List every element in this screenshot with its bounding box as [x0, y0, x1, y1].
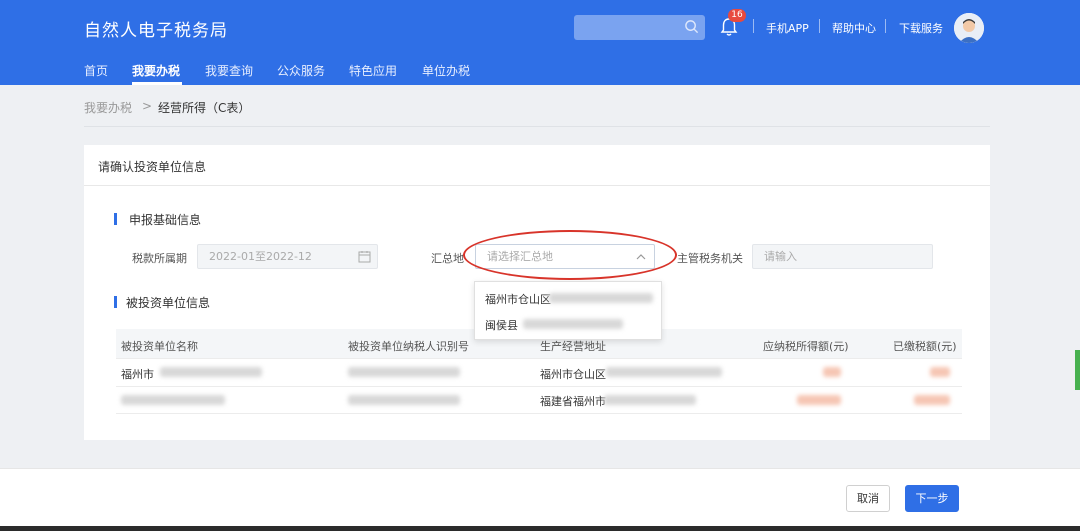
divider: [84, 126, 990, 127]
tax-authority-field[interactable]: 请输入: [752, 244, 933, 269]
redacted-text: [797, 395, 841, 405]
top-header: 自然人电子税务局 16 手机APP 帮助中心 下载服务 首页 我要办税 我要查询…: [0, 0, 1080, 85]
breadcrumb-parent[interactable]: 我要办税: [84, 99, 132, 116]
next-button[interactable]: 下一步: [905, 485, 959, 512]
nav-unit-tax[interactable]: 单位办税: [422, 62, 470, 82]
mobile-app-link[interactable]: 手机APP: [766, 20, 809, 36]
avatar-icon: [954, 13, 984, 43]
divider: [116, 386, 962, 387]
scrollbar[interactable]: [1075, 350, 1080, 390]
calendar-icon[interactable]: [358, 250, 371, 263]
annotation-circle: [463, 230, 677, 280]
table-cell: 福建省福州市: [540, 395, 606, 408]
column-header: 被投资单位名称: [121, 340, 198, 353]
dropdown-option[interactable]: 闽侯县: [485, 317, 518, 333]
table-cell: 福州市: [121, 368, 154, 381]
panel-title: 请确认投资单位信息: [98, 160, 207, 174]
period-value: 2022-01至2022-12: [209, 250, 312, 263]
section-marker: [114, 213, 117, 225]
cancel-button[interactable]: 取消: [846, 485, 890, 512]
column-header: 被投资单位纳税人识别号: [348, 340, 469, 353]
redacted-text: [348, 367, 460, 377]
divider: [819, 19, 820, 33]
divider: [116, 413, 962, 414]
user-avatar[interactable]: [954, 13, 984, 43]
redacted-text: [348, 395, 460, 405]
redacted-text: [121, 395, 225, 405]
tax-authority-label: 主管税务机关: [677, 252, 743, 265]
tax-authority-placeholder: 请输入: [764, 250, 797, 263]
invested-unit-section-title: 被投资单位信息: [126, 296, 211, 310]
basic-info-section-title: 申报基础信息: [129, 213, 202, 227]
summary-location-dropdown: 福州市仓山区 闽侯县: [474, 281, 662, 340]
divider: [885, 19, 886, 33]
section-marker: [114, 296, 117, 308]
nav-query[interactable]: 我要查询: [205, 62, 253, 82]
divider: [116, 358, 962, 359]
redacted-text: [523, 319, 623, 329]
divider: [84, 185, 990, 186]
search-input[interactable]: [574, 15, 705, 40]
redacted-text: [930, 367, 950, 377]
period-label: 税款所属期: [132, 252, 187, 265]
redacted-text: [914, 395, 950, 405]
site-logo[interactable]: 自然人电子税务局: [84, 16, 228, 41]
redacted-text: [606, 367, 722, 377]
redacted-text: [160, 367, 262, 377]
period-field[interactable]: 2022-01至2022-12: [197, 244, 378, 269]
dropdown-option[interactable]: 福州市仓山区: [485, 291, 551, 307]
divider: [753, 19, 754, 33]
nav-home[interactable]: 首页: [84, 62, 108, 82]
nav-tax-handling[interactable]: 我要办税: [132, 62, 180, 82]
redacted-text: [823, 367, 841, 377]
breadcrumb-separator: >: [142, 99, 153, 113]
nav-public-service[interactable]: 公众服务: [277, 62, 325, 82]
summary-location-label: 汇总地: [431, 252, 464, 265]
breadcrumb-current: 经营所得（C表）: [158, 101, 251, 115]
column-header: 生产经营地址: [540, 340, 606, 353]
column-header: 应纳税所得额(元): [763, 340, 849, 353]
search-icon[interactable]: [684, 19, 699, 34]
taskbar-strip: [0, 526, 1080, 531]
notification-badge: 16: [728, 9, 746, 22]
table-cell: 福州市仓山区: [540, 368, 606, 381]
help-center-link[interactable]: 帮助中心: [832, 20, 876, 36]
column-header: 已缴税额(元): [893, 340, 957, 353]
download-service-link[interactable]: 下载服务: [899, 20, 943, 36]
redacted-text: [604, 395, 696, 405]
nav-special-apps[interactable]: 特色应用: [349, 62, 397, 82]
redacted-text: [549, 293, 653, 303]
